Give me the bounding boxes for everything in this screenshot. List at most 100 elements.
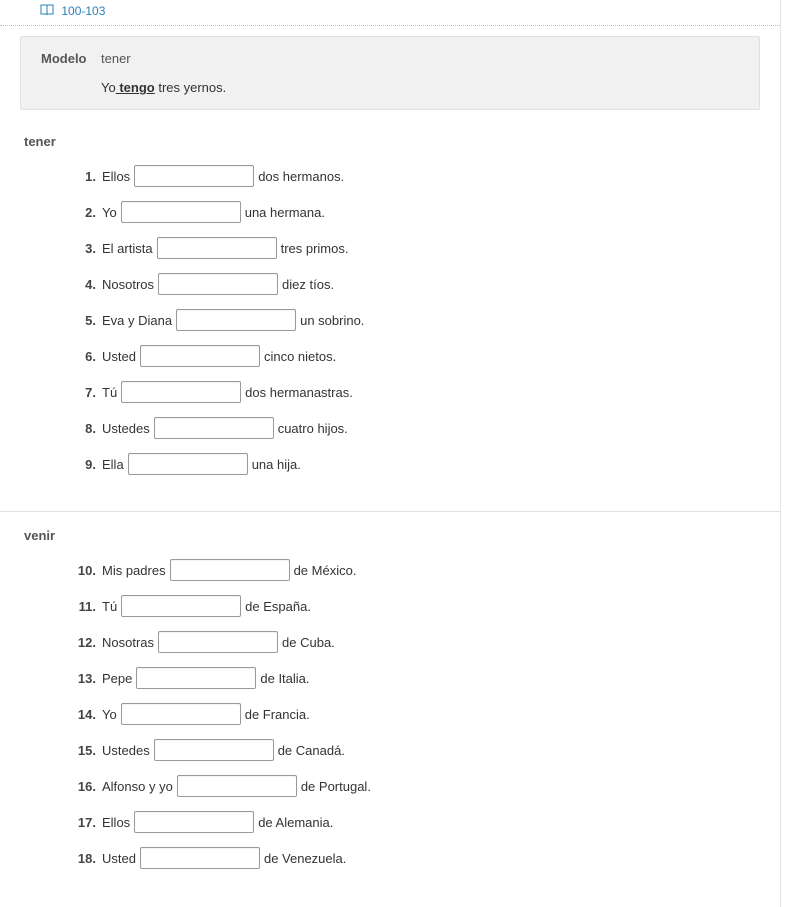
section-divider [0, 511, 780, 512]
question-text-after: una hija. [252, 457, 301, 472]
answer-input[interactable] [136, 667, 256, 689]
question-number: 12. [70, 635, 96, 650]
question-text-before: Usted [102, 851, 136, 866]
question-row: 5. Eva y Diana un sobrino. [70, 309, 780, 331]
question-number: 16. [70, 779, 96, 794]
answer-input[interactable] [154, 417, 274, 439]
question-text-before: Pepe [102, 671, 132, 686]
answer-input[interactable] [177, 775, 297, 797]
section-title: venir [0, 522, 780, 547]
answer-input[interactable] [158, 273, 278, 295]
question-row: 13.Pepede Italia. [70, 667, 780, 689]
question-row: 10. Mis padres de México. [70, 559, 780, 581]
question-text-after: cinco nietos. [264, 349, 336, 364]
question-text-after: de Venezuela. [264, 851, 346, 866]
question-number: 13. [70, 671, 96, 686]
question-text-before: Ellos [102, 815, 130, 830]
modelo-header-row: Modelo tener [41, 51, 739, 66]
question-number: 2. [70, 205, 96, 220]
answer-input[interactable] [157, 237, 277, 259]
question-number: 9. [70, 457, 96, 472]
answer-input[interactable] [121, 381, 241, 403]
question-text-after: de Alemania. [258, 815, 333, 830]
question-text-after: una hermana. [245, 205, 325, 220]
answer-input[interactable] [140, 847, 260, 869]
question-text-before: Nosotros [102, 277, 154, 292]
modelo-sentence: Yo tengo tres yernos. [41, 80, 739, 95]
question-text-after: de Canadá. [278, 743, 345, 758]
answer-input[interactable] [154, 739, 274, 761]
answer-input[interactable] [128, 453, 248, 475]
question-row: 12.Nosotrasde Cuba. [70, 631, 780, 653]
question-text-after: dos hermanos. [258, 169, 344, 184]
question-row: 18. Usted de Venezuela. [70, 847, 780, 869]
question-text-after: de Francia. [245, 707, 310, 722]
question-number: 17. [70, 815, 96, 830]
question-number: 1. [70, 169, 96, 184]
question-list: 10. Mis padres de México. 11. Tú de España. 12… [0, 547, 780, 887]
question-number: 10. [70, 563, 96, 578]
answer-input[interactable] [140, 345, 260, 367]
question-text-before: Ustedes [102, 743, 150, 758]
question-row: 8. Ustedes cuatro hijos. [70, 417, 780, 439]
question-number: 5. [70, 313, 96, 328]
book-icon [40, 5, 57, 19]
modelo-after: tres yernos. [155, 80, 227, 95]
question-text-before: Ustedes [102, 421, 150, 436]
question-text-before: Mis padres [102, 563, 166, 578]
section-title: tener [0, 128, 780, 153]
modelo-verb: tener [101, 51, 131, 66]
question-number: 11. [70, 599, 96, 614]
question-text-after: de México. [294, 563, 357, 578]
question-number: 4. [70, 277, 96, 292]
modelo-label: Modelo [41, 51, 101, 66]
answer-input[interactable] [170, 559, 290, 581]
question-row: 6.Ustedcinco nietos. [70, 345, 780, 367]
modelo-answer: tengo [116, 80, 155, 95]
question-text-before: Tú [102, 599, 117, 614]
page-reference-row: 100-103 [0, 0, 780, 26]
question-row: 15. Ustedes de Canadá. [70, 739, 780, 761]
answer-input[interactable] [134, 811, 254, 833]
question-text-after: diez tíos. [282, 277, 334, 292]
question-text-after: un sobrino. [300, 313, 364, 328]
question-row: 16.Alfonso y yode Portugal. [70, 775, 780, 797]
answer-input[interactable] [176, 309, 296, 331]
answer-input[interactable] [121, 201, 241, 223]
question-row: 9. Ella una hija. [70, 453, 780, 475]
question-row: 17. Ellos de Alemania. [70, 811, 780, 833]
question-row: 14. Yo de Francia. [70, 703, 780, 725]
answer-input[interactable] [121, 595, 241, 617]
question-text-before: Eva y Diana [102, 313, 172, 328]
question-number: 18. [70, 851, 96, 866]
question-number: 7. [70, 385, 96, 400]
question-text-after: de España. [245, 599, 311, 614]
worksheet-page: 100-103 Modelo tener Yo tengo tres yerno… [0, 0, 781, 907]
page-reference-link[interactable]: 100-103 [61, 4, 105, 18]
question-row: 2. Yo una hermana. [70, 201, 780, 223]
answer-input[interactable] [121, 703, 241, 725]
question-text-after: tres primos. [281, 241, 349, 256]
question-number: 14. [70, 707, 96, 722]
question-list: 1.Ellosdos hermanos.2.Youna hermana.3.El… [0, 153, 780, 493]
question-text-before: Yo [102, 707, 117, 722]
question-number: 15. [70, 743, 96, 758]
question-text-before: Ellos [102, 169, 130, 184]
modelo-box: Modelo tener Yo tengo tres yernos. [20, 36, 760, 110]
sections-container: tener 1. Ellos dos hermanos. 2. Yo una hermana… [0, 128, 780, 887]
question-number: 6. [70, 349, 96, 364]
answer-input[interactable] [158, 631, 278, 653]
question-row: 4. Nosotros diez tíos. [70, 273, 780, 295]
question-text-before: Tú [102, 385, 117, 400]
question-number: 8. [70, 421, 96, 436]
question-text-before: El artista [102, 241, 153, 256]
question-text-before: Yo [102, 205, 117, 220]
question-text-before: Ella [102, 457, 124, 472]
question-row: 3.El artistatres primos. [70, 237, 780, 259]
modelo-before: Yo [101, 80, 116, 95]
question-text-after: cuatro hijos. [278, 421, 348, 436]
answer-input[interactable] [134, 165, 254, 187]
question-text-after: dos hermanastras. [245, 385, 353, 400]
question-row: 1. Ellos dos hermanos. [70, 165, 780, 187]
question-text-after: de Cuba. [282, 635, 335, 650]
